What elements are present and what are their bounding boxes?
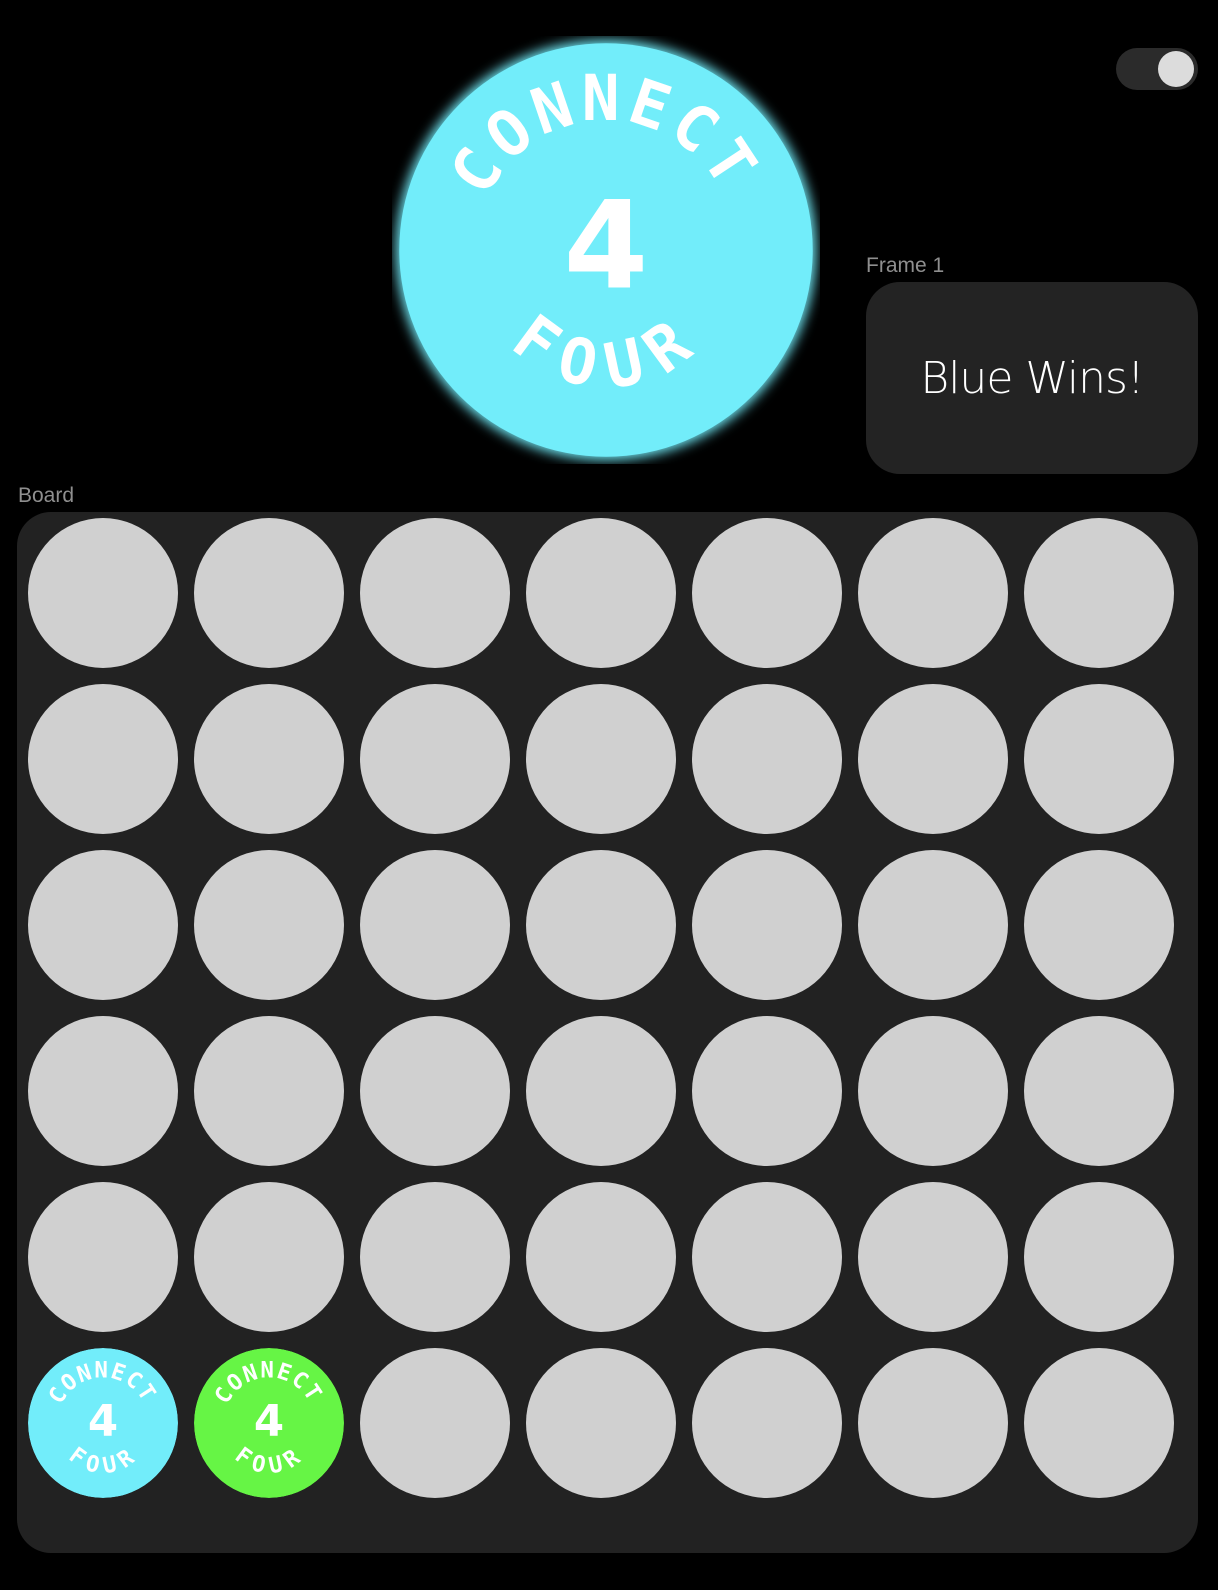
board-slot[interactable]	[360, 684, 510, 834]
board-slot[interactable]	[1024, 1348, 1174, 1498]
board-slot[interactable]	[858, 1182, 1008, 1332]
board-slot[interactable]	[194, 684, 344, 834]
board-slot[interactable]	[858, 1348, 1008, 1498]
connect-four-logo-icon: CONNECT4FOUR	[396, 40, 816, 460]
board-slot[interactable]	[526, 684, 676, 834]
board-slot[interactable]	[526, 1182, 676, 1332]
board-slot[interactable]	[194, 1182, 344, 1332]
board-slot[interactable]	[360, 518, 510, 668]
board-slot[interactable]	[692, 684, 842, 834]
board-slot[interactable]	[858, 684, 1008, 834]
board-slot[interactable]	[360, 1348, 510, 1498]
logo-text-four-digit: 4	[254, 1397, 284, 1447]
board-slot[interactable]	[28, 850, 178, 1000]
board-slot[interactable]	[526, 850, 676, 1000]
board-slot-green-piece[interactable]: CONNECT 4 FOUR	[194, 1348, 344, 1498]
logo-text-four-digit: 4	[564, 174, 649, 316]
board-slot[interactable]	[360, 1182, 510, 1332]
board-label: Board	[18, 484, 75, 507]
board-slot-blue-piece[interactable]: CONNECT 4 FOUR	[28, 1348, 178, 1498]
board-slot[interactable]	[194, 1016, 344, 1166]
board-slot[interactable]	[360, 1016, 510, 1166]
board-slot[interactable]	[1024, 1182, 1174, 1332]
board-slot[interactable]	[526, 1348, 676, 1498]
board-slot[interactable]	[28, 1182, 178, 1332]
board-slot[interactable]	[28, 518, 178, 668]
board-slot[interactable]	[692, 1348, 842, 1498]
board-slot[interactable]	[858, 518, 1008, 668]
connect-four-logo: CONNECT 4 FOUR	[392, 36, 820, 464]
board-slot[interactable]	[194, 850, 344, 1000]
theme-toggle[interactable]	[1116, 48, 1198, 90]
board-slot[interactable]	[692, 850, 842, 1000]
status-message: Blue Wins!	[920, 352, 1144, 404]
status-panel: Blue Wins!	[866, 282, 1198, 474]
game-screen: CONNECT 4 FOUR Frame 1 Blue Wins! Board CO…	[0, 0, 1218, 1590]
green-piece-icon: CONNECT4FOUR	[194, 1348, 344, 1498]
logo-text-four-digit: 4	[88, 1397, 118, 1447]
toggle-knob[interactable]	[1158, 51, 1194, 87]
board-slot[interactable]	[28, 684, 178, 834]
frame-label: Frame 1	[866, 254, 945, 277]
board-slot[interactable]	[692, 1016, 842, 1166]
board-slot[interactable]	[1024, 518, 1174, 668]
board-slot[interactable]	[194, 518, 344, 668]
board-slot[interactable]	[1024, 1016, 1174, 1166]
board-slot[interactable]	[858, 1016, 1008, 1166]
board-slot[interactable]	[692, 1182, 842, 1332]
board-slot[interactable]	[526, 1016, 676, 1166]
blue-piece-icon: CONNECT4FOUR	[28, 1348, 178, 1498]
board-slot[interactable]	[1024, 684, 1174, 834]
game-board: CONNECT 4 FOUR CONNECT 4 FOUR	[17, 512, 1198, 1553]
board-slot[interactable]	[1024, 850, 1174, 1000]
board-slot[interactable]	[526, 518, 676, 668]
board-slot[interactable]	[28, 1016, 178, 1166]
board-slot[interactable]	[360, 850, 510, 1000]
board-slot[interactable]	[692, 518, 842, 668]
board-slot[interactable]	[858, 850, 1008, 1000]
